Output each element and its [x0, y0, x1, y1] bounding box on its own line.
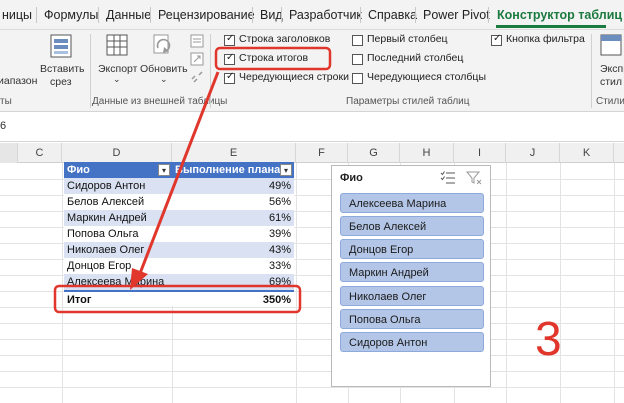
highlight-total-row: [53, 284, 302, 314]
annotation-arrow-line: [137, 71, 220, 277]
annotation-overlay: [53, 46, 332, 314]
highlight-total-row-option: [214, 46, 332, 71]
